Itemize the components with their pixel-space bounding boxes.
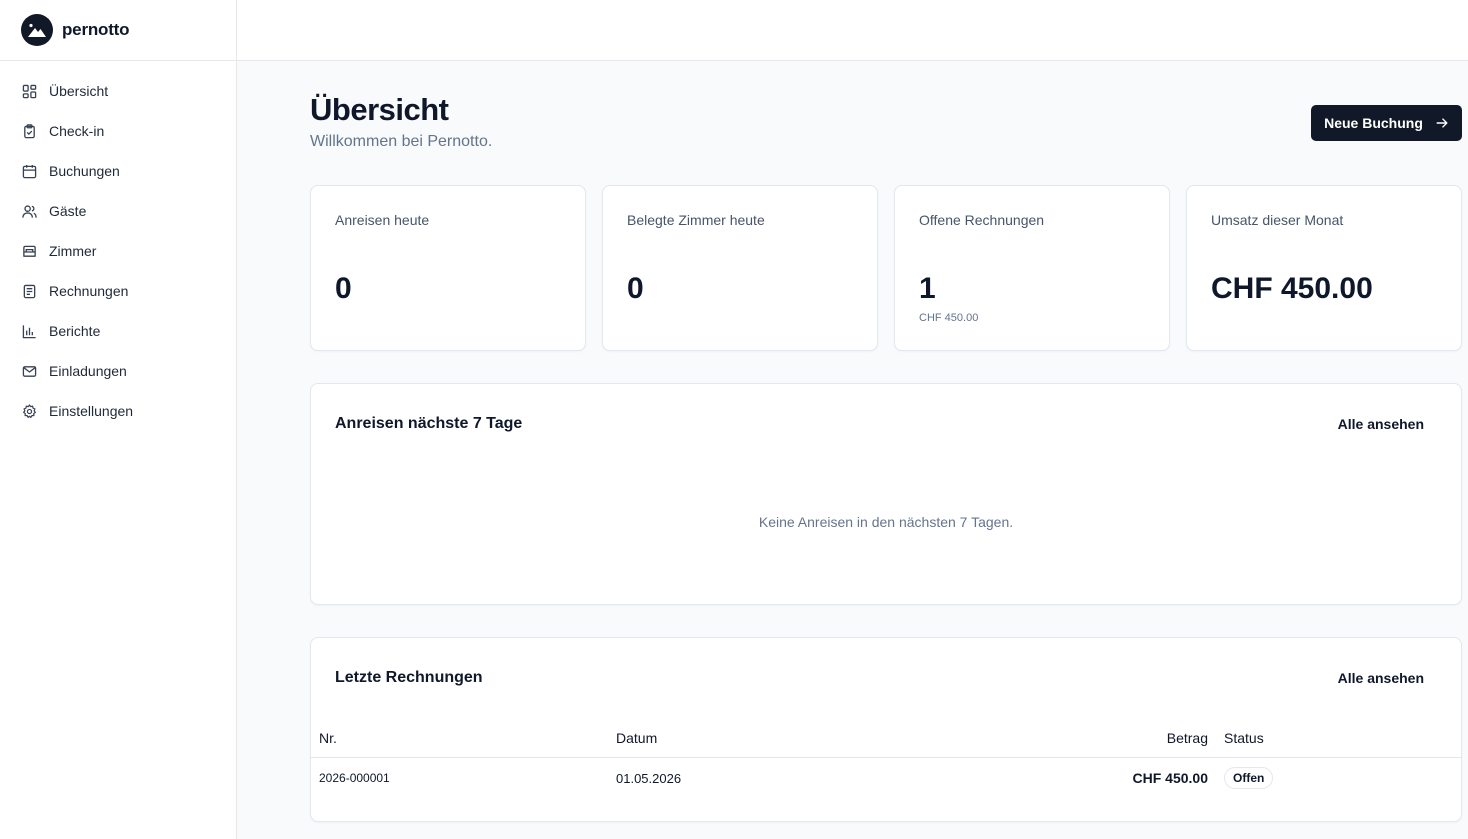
sidebar-item-zimmer[interactable]: Zimmer xyxy=(0,231,236,271)
sidebar-item-buchungen[interactable]: Buchungen xyxy=(0,151,236,191)
stat-card-occupied-rooms: Belegte Zimmer heute 0 xyxy=(602,185,878,351)
mail-icon xyxy=(21,363,37,379)
stat-card-revenue-month: Umsatz dieser Monat CHF 450.00 xyxy=(1186,185,1462,351)
sidebar-item-uebersicht[interactable]: Übersicht xyxy=(0,71,236,111)
main-content: Übersicht Willkommen bei Pernotto. Neue … xyxy=(310,61,1462,822)
page-header: Übersicht Willkommen bei Pernotto. Neue … xyxy=(310,61,1462,185)
invoices-title: Letzte Rechnungen xyxy=(335,669,483,686)
column-header-datum: Datum xyxy=(616,729,658,746)
sidebar-item-einladungen[interactable]: Einladungen xyxy=(0,351,236,391)
sidebar-item-berichte[interactable]: Berichte xyxy=(0,311,236,351)
sidebar-item-label: Buchungen xyxy=(49,163,120,179)
invoice-amount: CHF 450.00 xyxy=(1132,770,1208,786)
sidebar-item-label: Einladungen xyxy=(49,363,127,379)
arrivals-empty-message: Keine Anreisen in den nächsten 7 Tagen. xyxy=(758,514,1014,530)
column-header-nr: Nr. xyxy=(319,729,337,746)
arrivals-panel: Anreisen nächste 7 Tage Alle ansehen Kei… xyxy=(310,383,1462,605)
sidebar-item-gaeste[interactable]: Gäste xyxy=(0,191,236,231)
arrivals-title: Anreisen nächste 7 Tage xyxy=(335,415,523,432)
top-bar xyxy=(237,0,1468,61)
stat-value: 0 xyxy=(627,272,644,305)
stat-label: Umsatz dieser Monat xyxy=(1211,212,1344,228)
bed-icon xyxy=(21,243,37,259)
invoice-status-cell: Offen xyxy=(1224,767,1461,789)
stat-label: Offene Rechnungen xyxy=(919,212,1045,228)
sidebar-item-check-in[interactable]: Check-in xyxy=(0,111,236,151)
stat-sub: CHF 450.00 xyxy=(919,312,979,324)
invoices-view-all-link[interactable]: Alle ansehen xyxy=(1338,670,1424,686)
stat-value: 1 xyxy=(919,272,936,305)
grid-icon xyxy=(21,83,37,99)
users-icon xyxy=(21,203,37,219)
brand[interactable]: pernotto xyxy=(0,0,236,61)
new-booking-label: Neue Buchung xyxy=(1324,115,1423,131)
arrivals-view-all-link[interactable]: Alle ansehen xyxy=(1338,416,1424,432)
sidebar: pernotto Übersicht Check-in Buchungen Gä… xyxy=(0,0,237,839)
stat-card-open-invoices: Offene Rechnungen 1 CHF 450.00 xyxy=(894,185,1170,351)
sidebar-item-einstellungen[interactable]: Einstellungen xyxy=(0,391,236,431)
sidebar-item-label: Zimmer xyxy=(49,243,97,259)
sidebar-item-label: Einstellungen xyxy=(49,403,134,419)
arrow-right-icon xyxy=(1435,116,1449,130)
invoice-number: 2026-000001 xyxy=(319,771,390,785)
invoice-date: 01.05.2026 xyxy=(616,770,682,786)
table-header-row: Nr. Datum Betrag Status xyxy=(311,718,1461,758)
sidebar-item-label: Übersicht xyxy=(49,83,109,99)
mountain-icon xyxy=(21,14,53,46)
stat-value: 0 xyxy=(335,272,352,305)
bar-chart-icon xyxy=(21,323,37,339)
page-subtitle: Willkommen bei Pernotto. xyxy=(310,133,493,150)
invoices-table: Nr. Datum Betrag Status 2026-000001 01.0… xyxy=(311,718,1461,798)
new-booking-button[interactable]: Neue Buchung xyxy=(1311,105,1462,141)
sidebar-item-label: Check-in xyxy=(49,123,105,139)
stats-row: Anreisen heute 0 Belegte Zimmer heute 0 … xyxy=(310,185,1462,351)
clipboard-check-icon xyxy=(21,123,37,139)
column-header-status: Status xyxy=(1224,729,1264,746)
receipt-icon xyxy=(21,283,37,299)
stat-card-arrivals-today: Anreisen heute 0 xyxy=(310,185,586,351)
sidebar-item-label: Berichte xyxy=(49,323,101,339)
sidebar-item-label: Rechnungen xyxy=(49,283,129,299)
page-title: Übersicht xyxy=(310,92,449,127)
stat-label: Belegte Zimmer heute xyxy=(627,212,765,228)
sidebar-item-rechnungen[interactable]: Rechnungen xyxy=(0,271,236,311)
sidebar-nav: Übersicht Check-in Buchungen Gäste Zimme… xyxy=(0,61,236,431)
column-header-betrag: Betrag xyxy=(1166,729,1208,746)
invoices-panel: Letzte Rechnungen Alle ansehen Nr. Datum… xyxy=(310,637,1462,822)
table-row[interactable]: 2026-000001 01.05.2026 CHF 450.00 Offen xyxy=(311,758,1461,798)
stat-label: Anreisen heute xyxy=(335,212,430,228)
status-badge: Offen xyxy=(1224,767,1274,789)
brand-name: pernotto xyxy=(62,20,130,39)
gear-icon xyxy=(21,403,37,419)
calendar-icon xyxy=(21,163,37,179)
stat-value: CHF 450.00 xyxy=(1211,272,1373,305)
sidebar-item-label: Gäste xyxy=(49,203,87,219)
